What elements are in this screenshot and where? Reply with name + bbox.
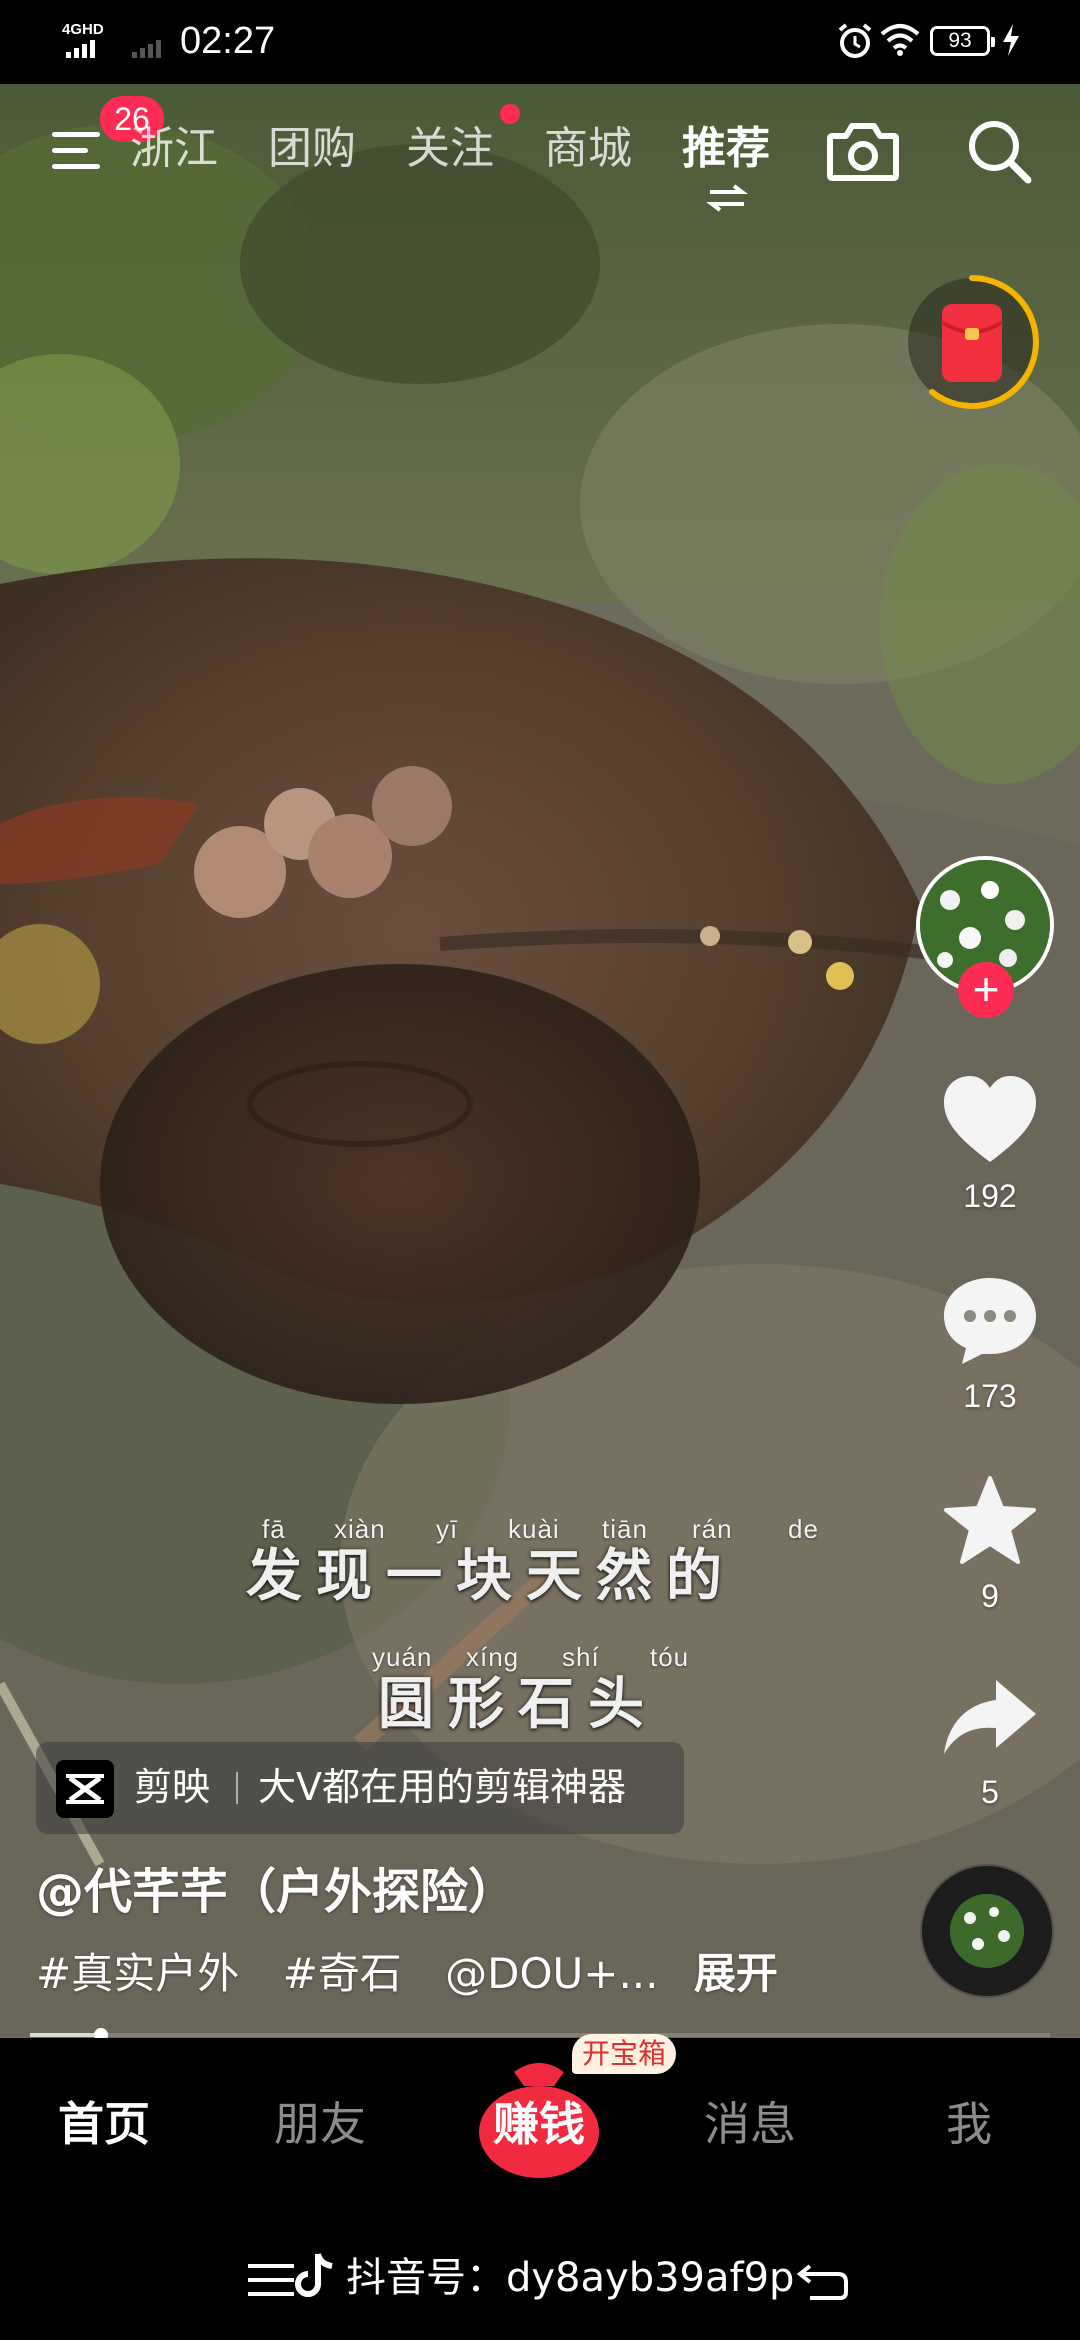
signal-icon: [66, 38, 95, 58]
playback-progress-bar[interactable]: [30, 2028, 1050, 2042]
signal-secondary-icon: [132, 38, 161, 58]
ad-divider: [236, 1772, 238, 1804]
pinyin: yuán: [372, 1642, 433, 1672]
status-bar: 4GHD 02:27 93: [0, 0, 1080, 84]
search-icon[interactable]: [964, 116, 1034, 186]
swap-icon: [706, 184, 748, 212]
alarm-icon: [838, 23, 872, 58]
nav-home[interactable]: 首页: [58, 2094, 150, 2154]
pinyin: kuài: [508, 1514, 560, 1544]
music-cover: [950, 1894, 1024, 1968]
like-count: 192: [963, 1178, 1017, 1214]
subtitle-line2: 圆形石头: [378, 1672, 658, 1737]
pinyin: tiān: [602, 1514, 648, 1544]
share-icon[interactable]: [938, 1672, 1042, 1768]
author-name[interactable]: @代芊芊（户外探险）: [36, 1860, 516, 1924]
status-time: 02:27: [180, 20, 276, 62]
capcut-icon: [56, 1760, 114, 1818]
expand-caption-button[interactable]: 展开: [694, 1949, 778, 1998]
caption-tags: #真实户外 #奇石 @DOU+... 展开: [36, 1944, 808, 2004]
music-disc[interactable]: [922, 1866, 1052, 1996]
hashtag[interactable]: #真实户外: [36, 1949, 239, 1998]
favorite-count: 9: [981, 1578, 999, 1614]
battery-icon: 93: [930, 26, 995, 56]
nav-earn[interactable]: 赚钱: [474, 2094, 604, 2154]
share-count: 5: [981, 1774, 999, 1810]
pinyin: fā: [262, 1514, 286, 1544]
comment-count: 173: [963, 1378, 1017, 1414]
tab-mall[interactable]: 商城: [544, 118, 632, 180]
nav-messages[interactable]: 消息: [704, 2094, 796, 2154]
menu-icon[interactable]: [50, 128, 106, 174]
mention[interactable]: @DOU+...: [445, 1949, 658, 1998]
favorite-star-icon[interactable]: [938, 1474, 1042, 1570]
camera-icon[interactable]: [826, 120, 900, 182]
pinyin: xíng: [466, 1642, 520, 1672]
tab-recommended[interactable]: 推荐: [682, 118, 770, 180]
hashtag[interactable]: #奇石: [283, 1949, 402, 1998]
tab-local[interactable]: 浙江: [130, 118, 218, 180]
ad-anchor[interactable]: 剪映 大V都在用的剪辑神器: [36, 1742, 684, 1834]
ad-brand: 剪映: [134, 1765, 211, 1809]
pinyin: tóu: [650, 1642, 690, 1672]
pinyin: de: [788, 1514, 819, 1544]
nav-friends[interactable]: 朋友: [274, 2094, 366, 2154]
recents-icon[interactable]: [246, 2260, 296, 2300]
progress-fill: [30, 2033, 102, 2037]
music-cover-image: [950, 1894, 1024, 1968]
back-icon[interactable]: [796, 2258, 850, 2302]
subtitle-line1: 发现一块天然的: [246, 1544, 736, 1609]
pinyin: rán: [692, 1514, 733, 1544]
douyin-id: 抖音号：dy8ayb39af9p: [346, 2255, 795, 2301]
tab-following[interactable]: 关注: [406, 118, 494, 180]
follow-button[interactable]: +: [958, 962, 1014, 1018]
network-type: 4GHD: [62, 21, 104, 38]
system-nav-bar: 抖音号：dy8ayb39af9p: [0, 2216, 1080, 2340]
wifi-icon: [880, 24, 920, 56]
pinyin: xiàn: [334, 1514, 386, 1544]
pinyin: shí: [562, 1642, 600, 1672]
like-icon[interactable]: [938, 1072, 1042, 1168]
douyin-logo-icon: [295, 2253, 333, 2297]
nav-me[interactable]: 我: [946, 2094, 992, 2154]
red-packet-icon[interactable]: [902, 272, 1042, 412]
treasure-box-badge[interactable]: 开宝箱: [572, 2034, 677, 2074]
charging-icon: [1003, 24, 1019, 56]
following-dot-badge: [500, 104, 520, 124]
ad-text: 大V都在用的剪辑神器: [258, 1765, 626, 1809]
tab-group-buy[interactable]: 团购: [268, 118, 356, 180]
comment-icon[interactable]: [938, 1272, 1042, 1368]
pinyin: yī: [436, 1514, 459, 1544]
